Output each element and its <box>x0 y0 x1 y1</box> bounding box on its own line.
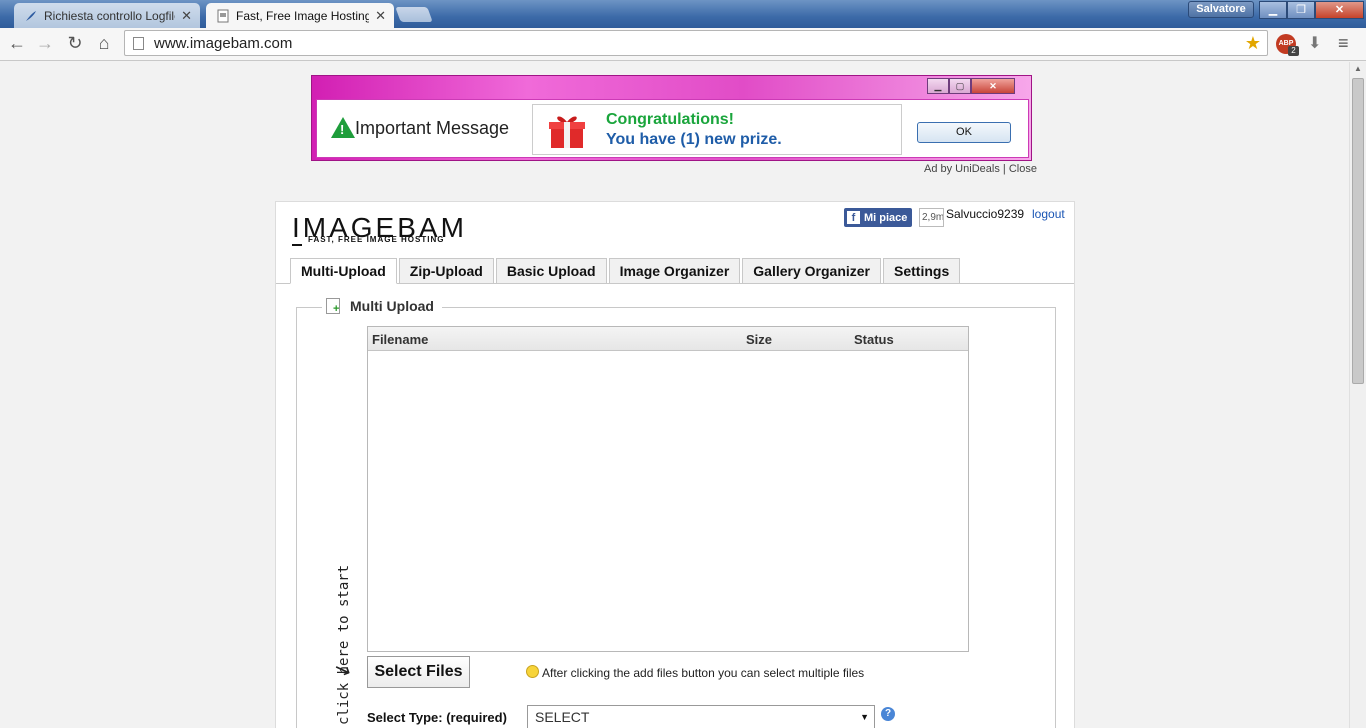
upload-tabs: Multi-Upload Zip-Upload Basic Upload Ima… <box>290 258 962 284</box>
bookmark-star-icon[interactable]: ★ <box>1245 33 1261 54</box>
username: Salvuccio9239 <box>946 207 1025 221</box>
ad-congrats-text: Congratulations! <box>606 111 734 128</box>
tab-image-organizer[interactable]: Image Organizer <box>608 258 741 284</box>
browser-tab-imagebam[interactable]: Fast, Free Image Hosting - ✕ <box>206 3 394 28</box>
scroll-thumb[interactable] <box>1352 78 1364 384</box>
logout-link[interactable]: logout <box>1032 207 1065 221</box>
restore-icon[interactable]: ❐ <box>1287 1 1315 19</box>
menu-icon[interactable]: ≡ <box>1338 33 1349 54</box>
warning-icon: ! <box>331 117 355 138</box>
new-tab-button[interactable] <box>395 7 433 22</box>
tab-gallery-organizer[interactable]: Gallery Organizer <box>742 258 881 284</box>
browser-titlebar: Richiesta controllo Logfile ✕ Fast, Free… <box>0 0 1366 28</box>
ad-ok-button[interactable]: OK <box>917 122 1011 143</box>
close-tab-icon[interactable]: ✕ <box>181 8 192 24</box>
column-filename: Filename <box>372 332 429 347</box>
column-size: Size <box>746 332 773 347</box>
tab-settings[interactable]: Settings <box>883 258 961 284</box>
browser-tab-title: Fast, Free Image Hosting - <box>236 8 370 23</box>
browser-toolbar: ← → ↻ ⌂ www.imagebam.com ★ ABP 2 ⬇ ≡ <box>0 28 1366 61</box>
ad-close-icon[interactable]: ✕ <box>971 78 1015 94</box>
ad-attribution: Ad by UniDeals | Close <box>924 163 1037 175</box>
ad-attribution-link[interactable]: Ad by UniDeals <box>924 163 1000 175</box>
close-window-icon[interactable]: ✕ <box>1315 1 1364 19</box>
feather-icon <box>24 9 38 23</box>
url-text[interactable]: www.imagebam.com <box>154 35 1245 52</box>
profile-button[interactable]: Salvatore <box>1188 1 1254 18</box>
ad-maximize-icon[interactable]: ▢ <box>949 78 971 94</box>
ad-separator: | <box>1002 163 1006 175</box>
select-files-button[interactable]: Select Files <box>367 656 470 688</box>
select-type-label: Select Type: (required) <box>367 710 507 725</box>
address-bar[interactable]: www.imagebam.com ★ <box>124 30 1268 56</box>
browser-tab-logfile[interactable]: Richiesta controllo Logfile ✕ <box>14 3 200 28</box>
column-status: Status <box>854 332 894 347</box>
browser-tab-title: Richiesta controllo Logfile <box>44 8 176 23</box>
click-here-hint: click here to start <box>324 565 352 725</box>
click-here-hint-text: click here to start <box>336 564 352 725</box>
select-type-dropdown[interactable]: SELECT ▼ <box>527 705 875 728</box>
forward-arrow-icon[interactable]: → <box>33 32 57 54</box>
ad-window-controls: ▁ ▢ ✕ <box>927 78 1015 94</box>
tab-basic-upload[interactable]: Basic Upload <box>495 258 607 284</box>
window-controls: ▁ ❐ ✕ <box>1259 1 1364 19</box>
ad-popup[interactable]: ▁ ▢ ✕ ! Important Message Congratulation… <box>311 75 1032 161</box>
tab-zip-upload[interactable]: Zip-Upload <box>398 258 494 284</box>
facebook-like-button[interactable]: f Mi piace <box>844 208 913 227</box>
file-list-header: Filename Size Status <box>368 327 968 351</box>
multi-select-hint: After clicking the add files button you … <box>542 666 865 680</box>
main-content: IMAGEBAM FAST, FREE IMAGE HOSTING f Mi p… <box>275 201 1075 728</box>
adblock-count-badge: 2 <box>1288 46 1299 56</box>
facebook-like-count: 2,9m <box>919 208 944 227</box>
reload-icon[interactable]: ↻ <box>63 32 87 54</box>
page-scrollbar[interactable]: ▲ <box>1349 62 1366 728</box>
ad-close-link[interactable]: Close <box>1009 163 1037 175</box>
page-icon <box>216 9 230 23</box>
page-info-icon[interactable] <box>133 36 144 50</box>
add-document-icon <box>326 298 340 315</box>
ad-message-box[interactable]: Congratulations! You have (1) new prize. <box>532 104 902 155</box>
back-arrow-icon[interactable]: ← <box>5 32 29 54</box>
logo-underline <box>292 244 302 246</box>
lightbulb-icon <box>526 665 539 678</box>
ad-heading: Important Message <box>355 118 510 138</box>
select-type-value: SELECT <box>535 709 590 725</box>
gift-icon <box>549 116 585 148</box>
file-list-table[interactable]: Filename Size Status <box>367 326 969 652</box>
facebook-like-label: Mi piace <box>864 211 908 224</box>
multi-upload-title: Multi Upload <box>350 298 434 314</box>
multi-upload-legend: Multi Upload <box>322 298 442 315</box>
ad-body[interactable]: ! Important Message Congratulations! You… <box>316 99 1029 158</box>
dropdown-caret-icon: ▼ <box>860 712 869 722</box>
minimize-icon[interactable]: ▁ <box>1259 1 1287 19</box>
facebook-icon: f <box>847 211 860 224</box>
site-tagline: FAST, FREE IMAGE HOSTING <box>308 235 445 244</box>
tab-multi-upload[interactable]: Multi-Upload <box>290 258 397 284</box>
ad-prize-text: You have (1) new prize. <box>606 131 782 148</box>
help-icon[interactable]: ? <box>881 707 895 721</box>
download-icon[interactable]: ⬇ <box>1308 33 1321 53</box>
scroll-up-arrow-icon[interactable]: ▲ <box>1350 62 1366 76</box>
home-icon[interactable]: ⌂ <box>92 32 116 54</box>
close-tab-icon[interactable]: ✕ <box>375 8 386 24</box>
ad-minimize-icon[interactable]: ▁ <box>927 78 949 94</box>
